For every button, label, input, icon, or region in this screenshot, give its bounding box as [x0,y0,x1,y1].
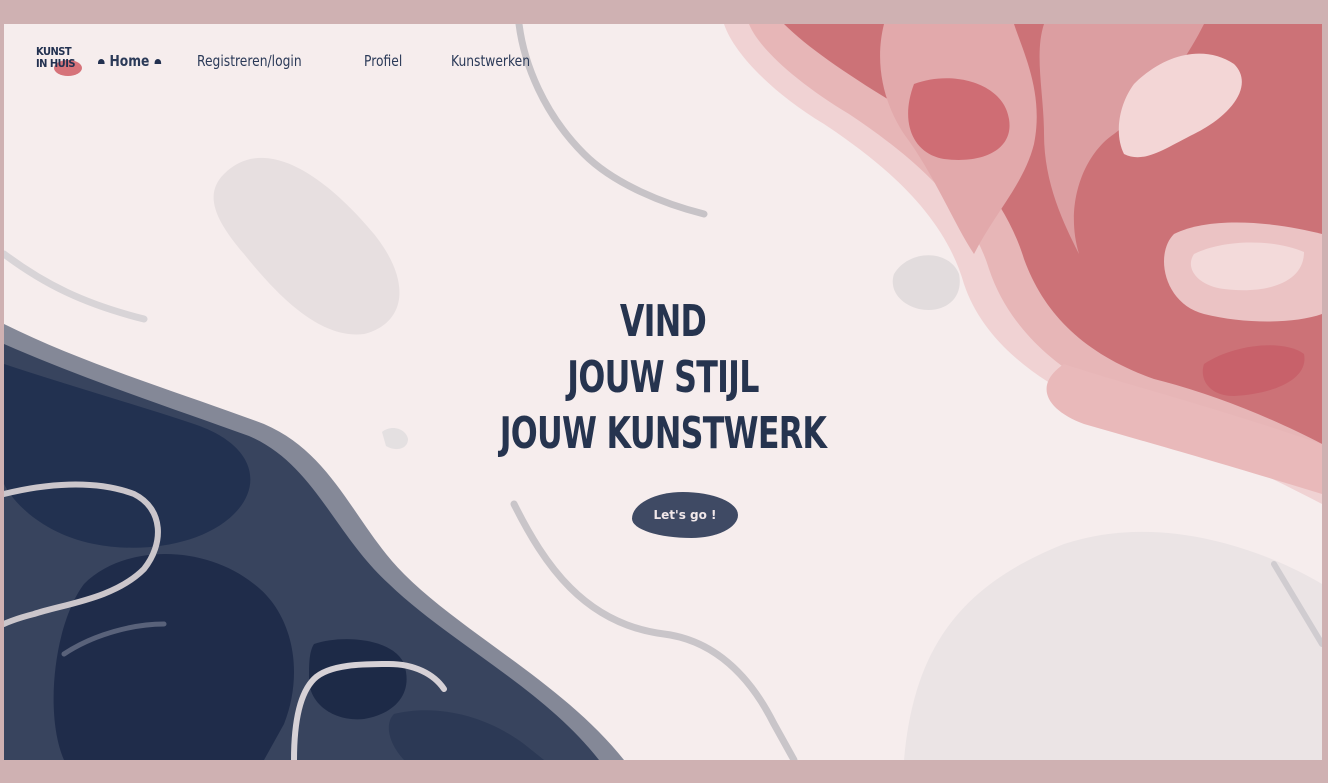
hero-line-3: JOUW KUNSTWERK [499,408,827,459]
hero-line-2: JOUW STIJL [567,352,759,403]
nav-profile[interactable]: Profiel [364,52,402,70]
site-logo[interactable]: KUNST IN HUIS [34,44,84,78]
grey-blob-bottom-right [904,531,1322,760]
lets-go-label: Let's go ! [653,508,717,522]
nav-artworks[interactable]: Kunstwerken [451,52,530,70]
navy-dark-patch-3 [309,639,407,720]
lets-go-button[interactable]: Let's go ! [632,492,738,538]
nav-home-label: Home [109,52,150,70]
logo-line-2: IN HUIS [36,57,76,70]
dome-right-icon [154,58,161,64]
page-frame: KUNST IN HUIS Home Registreren/login Pro… [4,24,1322,760]
nav-register-login[interactable]: Registreren/login [197,52,302,70]
nav-home[interactable]: Home [98,52,161,70]
hero-heading: VIND JOUW STIJL JOUW KUNSTWERK [4,294,1322,462]
hero-line-1: VIND [619,296,707,347]
top-nav: KUNST IN HUIS Home Registreren/login Pro… [34,44,587,78]
dome-left-icon [98,58,105,64]
